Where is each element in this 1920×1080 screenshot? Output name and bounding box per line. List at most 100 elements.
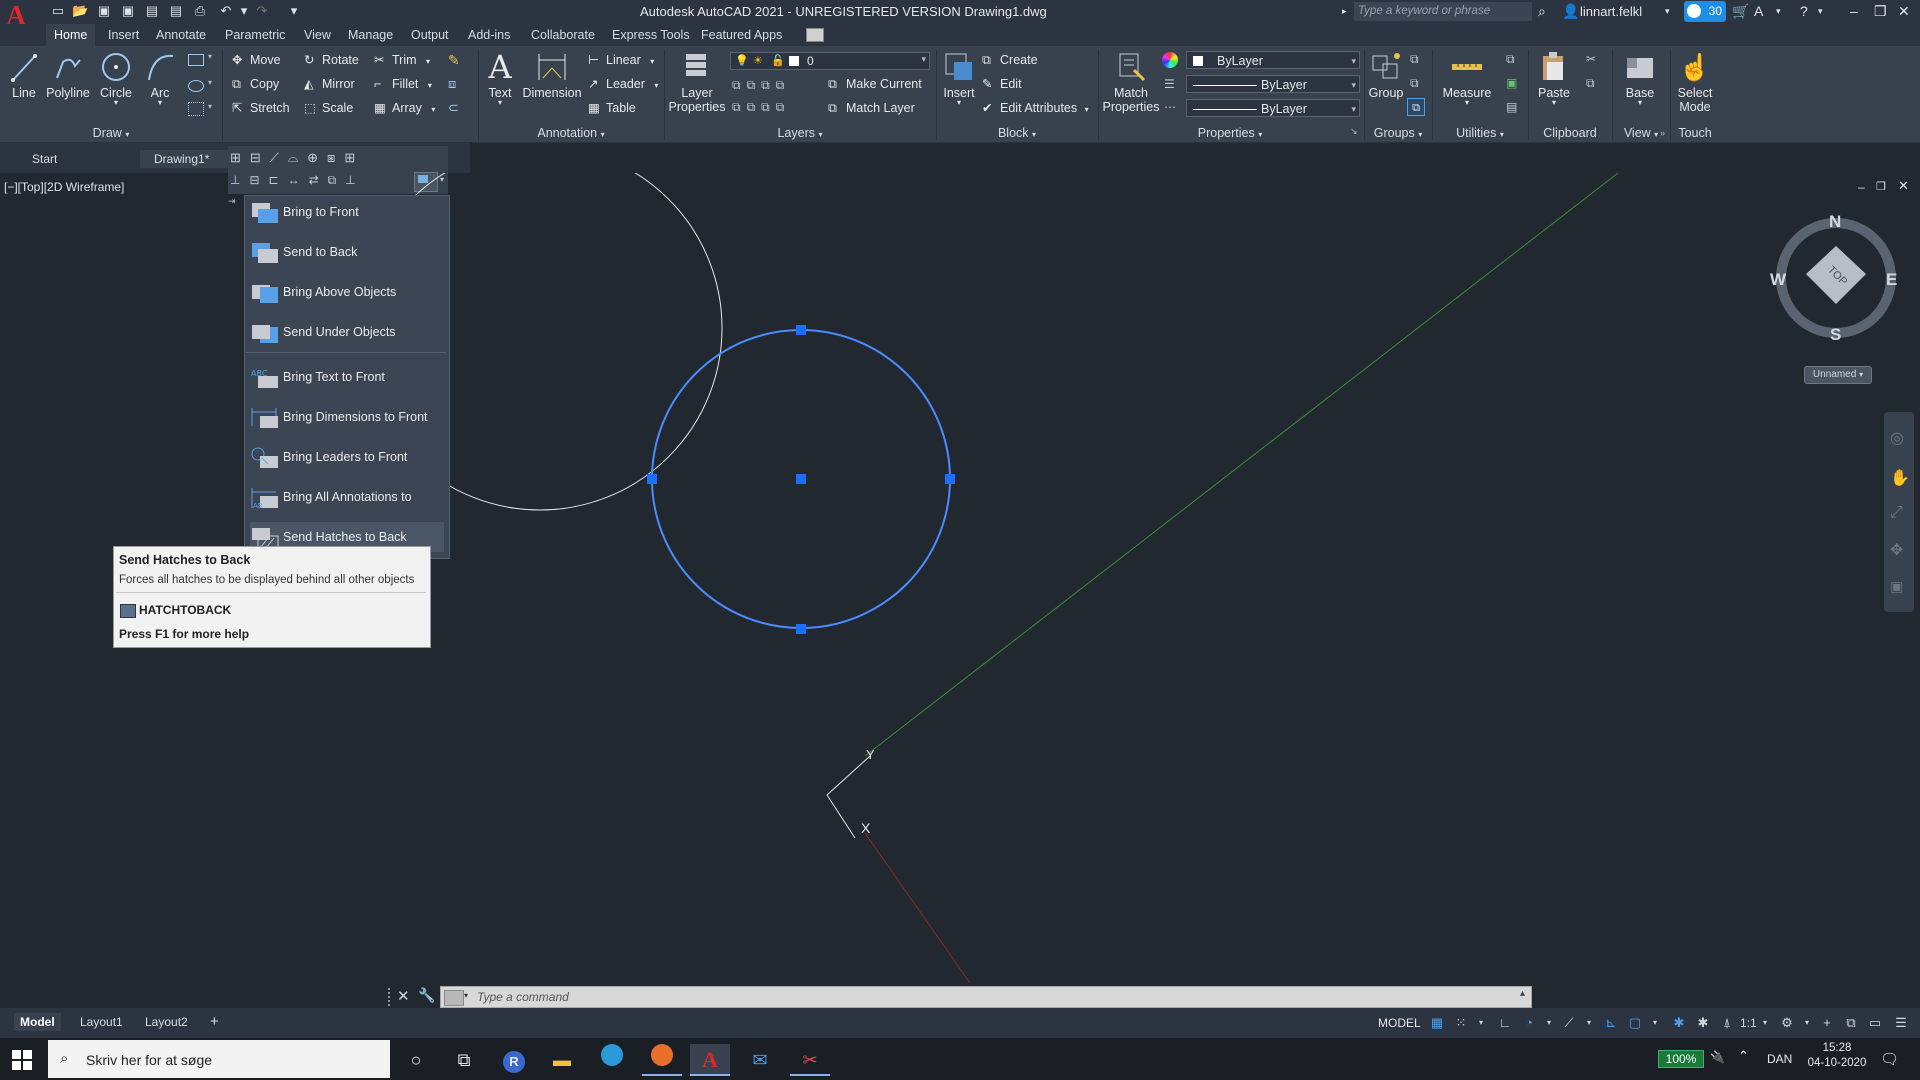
save-as-icon[interactable]: ▣ [120, 3, 136, 19]
tab-layout1[interactable]: Layout1 [74, 1013, 129, 1031]
line-button[interactable]: Line [6, 50, 42, 100]
app-r-icon[interactable]: R [494, 1044, 534, 1076]
properties-launcher-icon[interactable]: ↘ [1350, 126, 1358, 137]
erase-icon[interactable]: ✎ [448, 52, 460, 69]
block-panel-footer[interactable]: Block ▾ [936, 124, 1098, 142]
match-properties-button[interactable]: Match Properties [1102, 50, 1160, 114]
arc-button[interactable]: Arc ▾ [142, 50, 178, 107]
hatch-dropdown-icon[interactable]: ▾ [208, 102, 212, 111]
make-current-button[interactable]: ⧉ Make Current [828, 74, 922, 94]
edit-attributes-dropdown-icon[interactable]: ▾ [1085, 105, 1089, 114]
menu-item-bring-to-front[interactable]: Bring to Front [250, 197, 444, 227]
base-view-button[interactable]: Base ▾ [1618, 50, 1662, 107]
file-explorer-icon[interactable]: ▬ [542, 1044, 582, 1076]
menu-item-bring-above-objects[interactable]: Bring Above Objects [250, 277, 444, 307]
isolate-objects-icon[interactable]: ⧉ [1842, 1014, 1860, 1032]
polar-dropdown-icon[interactable]: ▾ [1540, 1014, 1558, 1032]
arc-dropdown-icon[interactable]: ▾ [142, 99, 178, 107]
sign-in-user[interactable]: linnart.felkl [1580, 4, 1642, 19]
showmotion-icon[interactable]: ▣ [1890, 578, 1903, 595]
trial-days-badge[interactable]: 30 [1684, 1, 1726, 22]
group-selection-toggle-icon[interactable]: ⧉ [1407, 98, 1425, 116]
a360-dropdown-icon[interactable]: ▾ [1776, 3, 1781, 19]
autodesk-app-store-icon[interactable]: 🛒 [1732, 3, 1749, 19]
text-button[interactable]: A Text ▾ [484, 50, 516, 107]
layer-dropdown[interactable]: 💡 ☀ 🔓 0 ▾ [730, 52, 930, 70]
annotation-monitor-icon[interactable]: + [1818, 1014, 1836, 1032]
polyline-button[interactable]: Polyline [44, 50, 92, 100]
scale-button[interactable]: ⬚ Scale [304, 98, 353, 118]
copy-clip-icon[interactable]: ⧉ [1586, 76, 1595, 91]
rotate-button[interactable]: ↻ Rotate [304, 50, 359, 70]
ungroup-icon[interactable]: ⧉ [1410, 52, 1419, 67]
windows-start-icon[interactable] [12, 1050, 32, 1070]
customize-quick-access-icon[interactable]: ▾ [286, 3, 302, 19]
annotation-scale-icon[interactable]: ⍋ [1718, 1014, 1736, 1032]
annotation-panel-footer[interactable]: Annotation ▾ [478, 124, 664, 142]
customization-icon[interactable]: ☰ [1892, 1014, 1910, 1032]
save-to-web-icon[interactable]: ▤ [168, 3, 184, 19]
tab-parametric[interactable]: Parametric [217, 24, 293, 46]
menu-item-bring-all-annotations-to-front[interactable]: AB Bring All Annotations to Front [250, 482, 444, 534]
viewport-minimize-icon[interactable]: – [1858, 180, 1865, 194]
fillet-dropdown-icon[interactable]: ▾ [428, 81, 432, 90]
battery-indicator[interactable]: 100% [1658, 1050, 1704, 1068]
close-icon[interactable]: ✕ [1898, 3, 1910, 19]
tab-model[interactable]: Model [14, 1013, 61, 1031]
command-history-toggle-icon[interactable]: ▴ [1520, 988, 1525, 999]
edit-attributes-button[interactable]: ✔ Edit Attributes ▾ [982, 98, 1089, 118]
autocad-taskbar-icon[interactable]: A [690, 1044, 730, 1076]
ortho-mode-icon[interactable]: ∟ [1496, 1014, 1514, 1032]
offset-icon[interactable]: ⊂ [448, 100, 459, 116]
isometric-dropdown-icon[interactable]: ▾ [1580, 1014, 1598, 1032]
trim-button[interactable]: ✂ Trim ▾ [374, 50, 430, 70]
search-icon[interactable]: ⌕ [1538, 3, 1546, 19]
undo-icon[interactable]: ↶ [218, 3, 234, 19]
snap-dropdown-icon[interactable]: ▾ [1472, 1014, 1490, 1032]
base-dropdown-icon[interactable]: ▾ [1618, 99, 1662, 107]
grip-left[interactable] [647, 474, 657, 484]
auto-scale-icon[interactable]: ✱ [1694, 1014, 1712, 1032]
move-button[interactable]: ✥ Move [232, 50, 281, 70]
mail-icon[interactable]: ✉ [740, 1044, 780, 1076]
menu-item-bring-text-to-front[interactable]: ABC Bring Text to Front [250, 362, 444, 392]
edge-browser-icon[interactable] [592, 1044, 632, 1076]
cut-icon[interactable]: ✂ [1586, 52, 1596, 66]
paste-dropdown-icon[interactable]: ▾ [1532, 99, 1576, 107]
menu-item-bring-leaders-to-front[interactable]: Bring Leaders to Front [250, 442, 444, 472]
menu-item-send-to-back[interactable]: Send to Back [250, 237, 444, 267]
tab-add-ins[interactable]: Add-ins [460, 24, 518, 46]
help-search-input[interactable]: Type a keyword or phrase [1354, 2, 1532, 21]
clock[interactable]: 15:28 04-10-2020 [1802, 1042, 1872, 1069]
group-button[interactable]: Group [1366, 50, 1406, 100]
array-dropdown-icon[interactable]: ▾ [431, 105, 435, 114]
help-icon[interactable]: ? [1800, 3, 1808, 19]
tab-annotate[interactable]: Annotate [148, 24, 214, 46]
groups-panel-footer[interactable]: Groups ▾ [1364, 124, 1432, 142]
input-language[interactable]: DAN [1767, 1052, 1792, 1066]
open-from-web-icon[interactable]: ▤ [144, 3, 160, 19]
tab-output[interactable]: Output [403, 24, 457, 46]
drawing1-tab[interactable]: Drawing1* [140, 150, 232, 168]
table-button[interactable]: ▦ Table [588, 98, 636, 118]
power-plug-icon[interactable]: 🔌 [1710, 1050, 1725, 1064]
ellipse-dropdown-icon[interactable]: ▾ [208, 78, 212, 87]
object-color-icon[interactable] [1162, 52, 1178, 68]
snipping-tool-icon[interactable]: ✂ [790, 1044, 830, 1076]
add-layout-icon[interactable]: + [204, 1013, 225, 1031]
match-layer-button[interactable]: ⧉ Match Layer [828, 98, 915, 118]
ucs-menu[interactable]: Unnamed ▾ [1804, 366, 1872, 384]
ribbon-minimize-icon[interactable] [806, 28, 824, 42]
help-dropdown-icon[interactable]: ▾ [1818, 3, 1823, 19]
grid-display-icon[interactable]: ▦ [1428, 1014, 1446, 1032]
lineweight-icon[interactable]: ☰ [1164, 77, 1175, 91]
tab-view[interactable]: View [296, 24, 339, 46]
insert-button[interactable]: Insert ▾ [940, 50, 978, 107]
text-dropdown-icon[interactable]: ▾ [484, 99, 516, 107]
edit-block-button[interactable]: ✎ Edit [982, 74, 1022, 94]
tab-home[interactable]: Home [46, 24, 96, 46]
view-launcher-icon[interactable]: » [1660, 128, 1665, 138]
cortana-icon[interactable]: ○ [396, 1044, 436, 1076]
restore-icon[interactable]: ❐ [1874, 3, 1887, 19]
insert-dropdown-icon[interactable]: ▾ [940, 99, 978, 107]
